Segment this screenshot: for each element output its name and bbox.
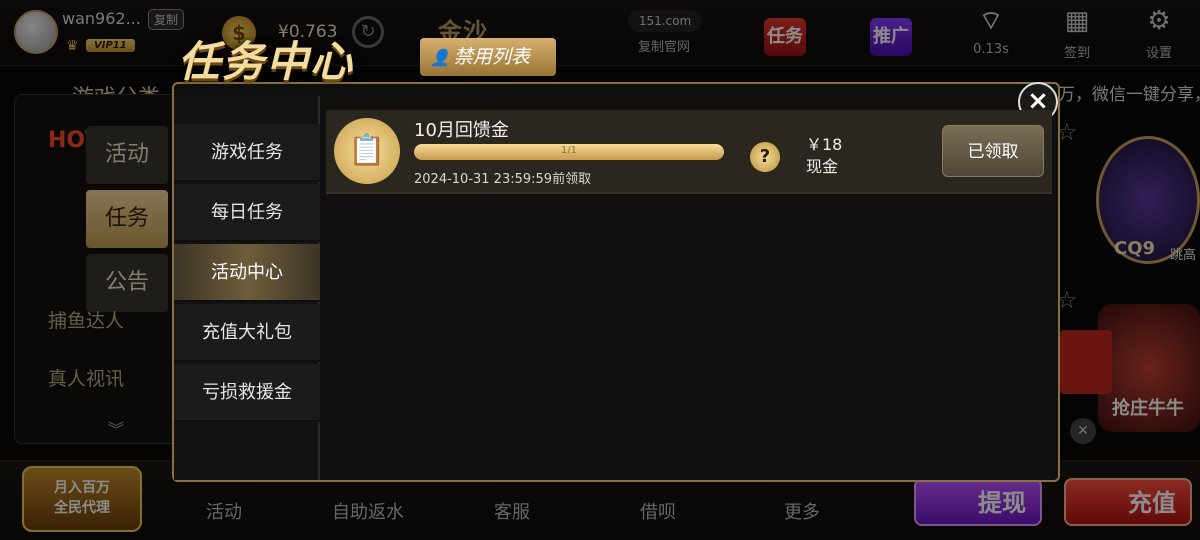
tab-recharge-pack[interactable]: 充值大礼包	[174, 304, 320, 362]
tab-event-center[interactable]: 活动中心	[174, 244, 320, 302]
reward-amount: ￥18	[806, 135, 843, 154]
tab-daily-tasks[interactable]: 每日任务	[174, 184, 320, 242]
banned-list-label: 禁用列表	[453, 46, 530, 68]
banned-list-button[interactable]: 👤 禁用列表	[420, 38, 556, 76]
help-icon[interactable]: ?	[750, 142, 780, 172]
task-deadline: 2024-10-31 23:59:59前领取	[414, 172, 592, 187]
user-icon: 👤	[430, 48, 450, 67]
modal-title: 任务中心	[178, 37, 355, 86]
tab-game-tasks[interactable]: 游戏任务	[174, 124, 320, 182]
claim-button[interactable]: 已领取	[942, 125, 1044, 177]
task-progress-text: 1/1	[560, 145, 578, 156]
task-name: 10月回馈金	[414, 120, 509, 141]
clipboard-icon: 📋	[334, 118, 400, 184]
tab-loss-rescue[interactable]: 亏损救援金	[174, 364, 320, 422]
reward-type: 现金	[806, 157, 839, 176]
